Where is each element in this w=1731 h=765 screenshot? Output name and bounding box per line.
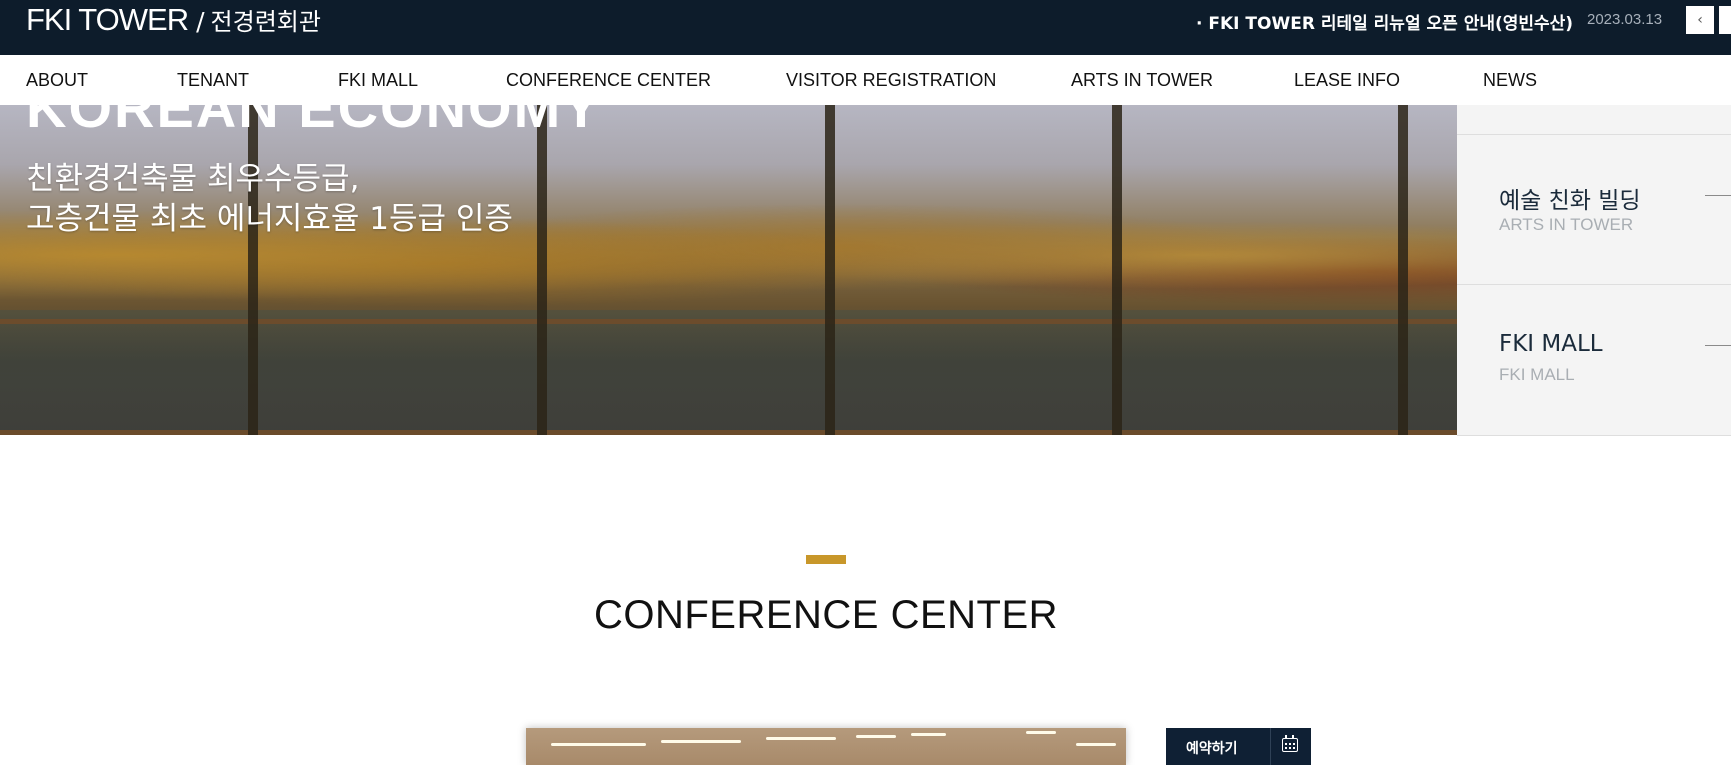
side-item-title-ko: FKI MALL — [1499, 331, 1603, 357]
notice-prev-button[interactable]: ‹ — [1686, 6, 1714, 34]
hero-frame-mullion — [537, 105, 547, 435]
top-header: FKI TOWER / 전경련회관 · FKI TOWER 리테일 리뉴얼 오픈… — [0, 0, 1731, 55]
ceiling-light — [1076, 743, 1116, 746]
calendar-icon — [1282, 735, 1298, 752]
notice-link[interactable]: · FKI TOWER 리테일 리뉴얼 오픈 안내(영빈수산) — [1196, 9, 1573, 34]
ceiling-light — [661, 740, 741, 743]
hero-banner: KOREAN ECONOMY 친환경건축물 최우수등급, 고층건물 최초 에너지… — [0, 105, 1457, 435]
ceiling-light — [856, 735, 896, 738]
side-item-fki-mall[interactable]: FKI MALL FKI MALL — [1457, 284, 1731, 436]
hero-frame-mullion — [1398, 105, 1408, 435]
chevron-left-icon: ‹ — [1697, 12, 1703, 28]
notice-date: 2023.03.13 — [1587, 11, 1663, 28]
logo-text-en: FKI TOWER — [26, 2, 189, 37]
logo-text-ko: 전경련회관 — [210, 8, 321, 36]
section-accent-bar — [806, 555, 846, 564]
nav-fki-mall[interactable]: FKI MALL — [338, 70, 418, 91]
arrow-right-icon — [1705, 345, 1731, 346]
hero-frame-mullion — [1112, 105, 1122, 435]
hero-photo-ground — [0, 310, 1457, 435]
side-item-title-ko: 예술 친화 빌딩 — [1499, 188, 1641, 214]
site-logo[interactable]: FKI TOWER / 전경련회관 — [26, 2, 321, 42]
conference-hall-image — [526, 728, 1126, 765]
reserve-button[interactable]: 예약하기 — [1166, 728, 1311, 765]
ceiling-light — [911, 733, 946, 736]
hero-frame-rail — [0, 430, 1457, 435]
notice-next-button[interactable] — [1719, 6, 1731, 34]
reserve-divider — [1270, 728, 1271, 765]
nav-visitor-registration[interactable]: VISITOR REGISTRATION — [786, 70, 996, 91]
side-item-title-en: FKI MALL — [1499, 365, 1575, 384]
main-nav: ABOUT TENANT FKI MALL CONFERENCE CENTER … — [0, 55, 1731, 105]
hero-tagline-2: 고층건물 최초 에너지효율 1등급 인증 — [26, 201, 513, 237]
hero-frame-mullion — [825, 105, 835, 435]
hero-heading: KOREAN ECONOMY — [26, 105, 602, 139]
ceiling-light — [551, 743, 646, 746]
arrow-right-icon — [1705, 195, 1731, 196]
reserve-label: 예약하기 — [1186, 741, 1238, 757]
side-item-arts-in-tower[interactable]: 예술 친화 빌딩 ARTS IN TOWER — [1457, 134, 1731, 285]
ceiling-light — [766, 737, 836, 740]
nav-news[interactable]: NEWS — [1483, 70, 1537, 91]
nav-arts-in-tower[interactable]: ARTS IN TOWER — [1071, 70, 1213, 91]
hero-side-panel: 예술 친화 빌딩 ARTS IN TOWER FKI MALL FKI MALL — [1457, 105, 1731, 436]
nav-lease-info[interactable]: LEASE INFO — [1294, 70, 1400, 91]
nav-conference-center[interactable]: CONFERENCE CENTER — [506, 70, 711, 91]
side-item-title-en: ARTS IN TOWER — [1499, 215, 1634, 234]
ceiling-light — [1026, 731, 1056, 734]
logo-separator: / — [196, 7, 205, 36]
nav-about[interactable]: ABOUT — [26, 70, 88, 91]
nav-tenant[interactable]: TENANT — [177, 70, 249, 91]
section-title: CONFERENCE CENTER — [593, 593, 1059, 637]
hero-tagline-1: 친환경건축물 최우수등급, — [26, 161, 360, 197]
hero-frame-rail — [0, 319, 1457, 324]
